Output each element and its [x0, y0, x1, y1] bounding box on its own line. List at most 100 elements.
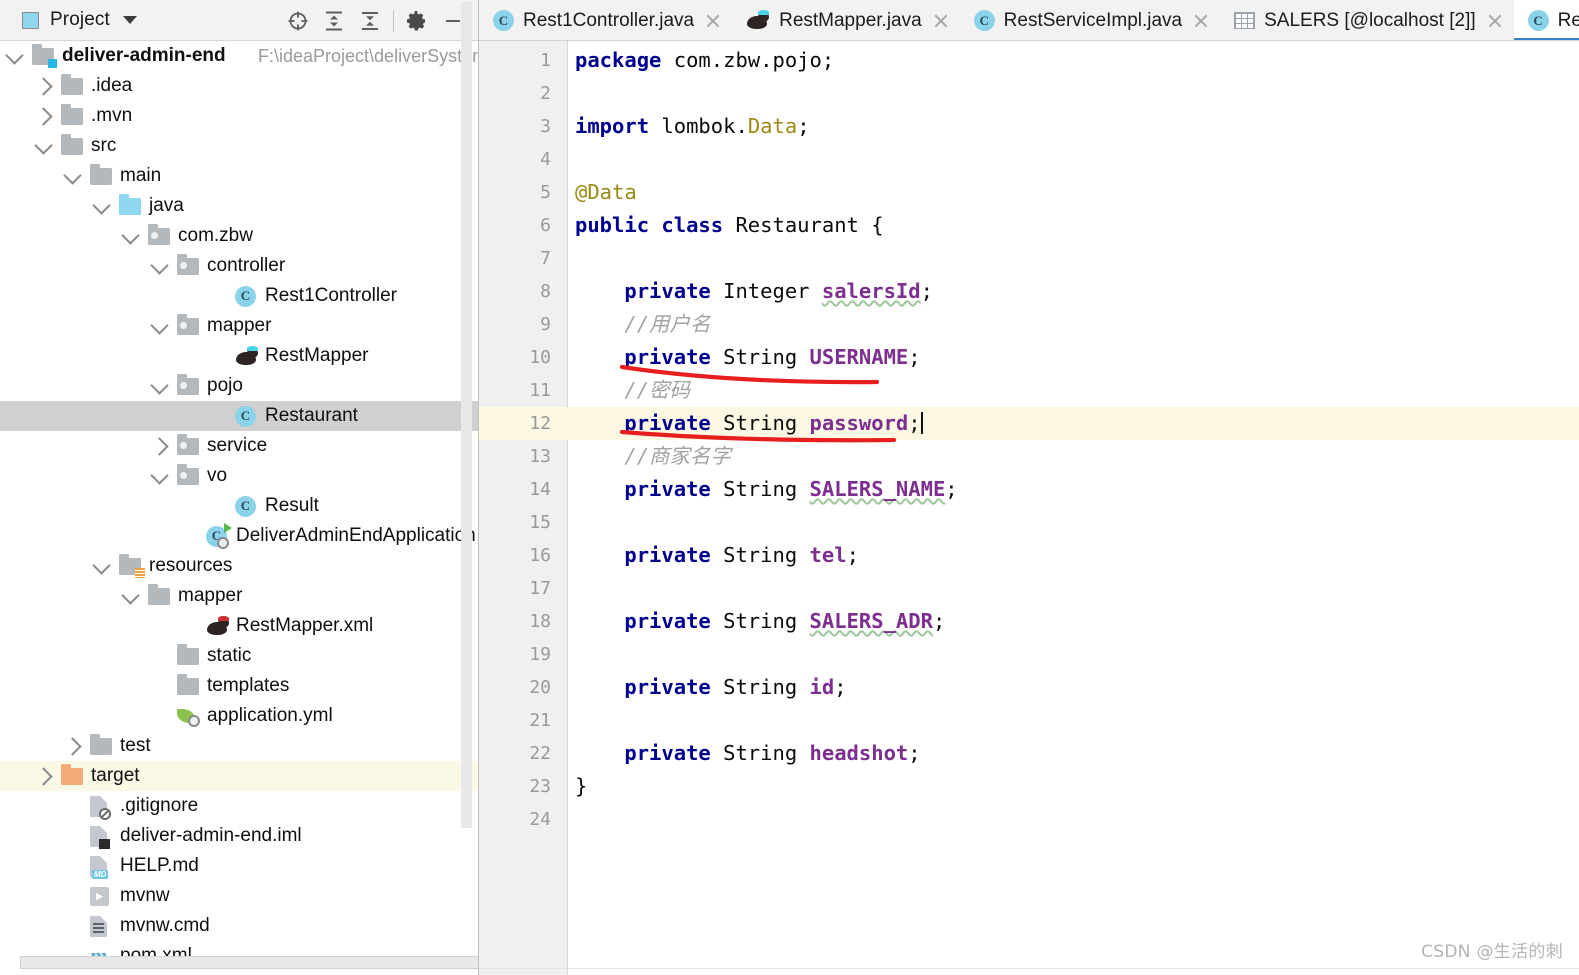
project-tree-horizontal-scrollbar[interactable]	[20, 956, 478, 969]
code-line[interactable]: 24	[479, 803, 1579, 836]
tree-row[interactable]: java	[0, 191, 478, 221]
tree-row[interactable]: .mvn	[0, 101, 478, 131]
tree-row[interactable]: RestMapper	[0, 341, 478, 371]
tree-row[interactable]: resources	[0, 551, 478, 581]
editor-tab[interactable]: SALERS [@localhost [2]]	[1220, 0, 1514, 40]
editor-tab[interactable]: C RestServiceImpl.java	[960, 0, 1220, 40]
tree-row[interactable]: C Result	[0, 491, 478, 521]
chevron-down-icon[interactable]	[34, 136, 53, 155]
tree-row[interactable]: mvnw.cmd	[0, 911, 478, 941]
tree-row[interactable]: controller	[0, 251, 478, 281]
tree-row[interactable]: .gitignore	[0, 791, 478, 821]
code-line[interactable]: 7	[479, 242, 1579, 275]
locate-target-icon[interactable]	[280, 4, 316, 38]
tree-row[interactable]: src	[0, 131, 478, 161]
chevron-down-icon[interactable]	[122, 16, 137, 24]
project-panel-title-group[interactable]: Project	[22, 9, 137, 31]
editor-tab[interactable]: C Restaurant.java	[1513, 0, 1579, 40]
tree-row[interactable]: application.yml	[0, 701, 478, 731]
project-tree[interactable]: deliver-admin-end F:\ideaProject\deliverS…	[0, 41, 478, 975]
tree-row[interactable]: target	[0, 761, 478, 791]
tree-row[interactable]: C Rest1Controller	[0, 281, 478, 311]
chevron-down-icon[interactable]	[150, 256, 169, 275]
chevron-down-icon[interactable]	[150, 466, 169, 485]
toolbar-separator	[393, 9, 394, 32]
chevron-right-icon[interactable]	[34, 77, 53, 96]
code-line[interactable]: 4	[479, 143, 1579, 176]
tree-row[interactable]: deliver-admin-end.iml	[0, 821, 478, 851]
settings-gear-icon[interactable]	[399, 4, 435, 38]
tree-row-root[interactable]: deliver-admin-end F:\ideaProject\deliverS…	[0, 41, 478, 71]
code-line[interactable]: 8 private Integer salersId;	[479, 275, 1579, 308]
code-line[interactable]: 10 private String USERNAME;	[479, 341, 1579, 374]
code-line-text: package com.zbw.pojo;	[575, 48, 835, 72]
tree-row[interactable]: C DeliverAdminEndApplication	[0, 521, 478, 551]
tree-row[interactable]: pojo	[0, 371, 478, 401]
code-line[interactable]: 11 //密码	[479, 374, 1579, 407]
tree-row[interactable]: mapper	[0, 311, 478, 341]
expand-all-icon[interactable]	[316, 4, 352, 38]
tree-row[interactable]: templates	[0, 671, 478, 701]
code-line[interactable]: 12 private String password;	[479, 407, 1579, 440]
tree-row[interactable]: .idea	[0, 71, 478, 101]
tree-row[interactable]: RestMapper.xml	[0, 611, 478, 641]
chevron-right-icon[interactable]	[150, 437, 169, 456]
chevron-down-icon[interactable]	[150, 316, 169, 335]
code-line[interactable]: 23}	[479, 770, 1579, 803]
tree-row[interactable]: ▸ mvnw	[0, 881, 478, 911]
chevron-down-icon[interactable]	[121, 586, 140, 605]
folder-icon	[177, 643, 199, 667]
code-line[interactable]: 13 //商家名字	[479, 440, 1579, 473]
code-line[interactable]: 14 private String SALERS_NAME;	[479, 473, 1579, 506]
tree-row[interactable]: test	[0, 731, 478, 761]
chevron-down-icon[interactable]	[63, 166, 82, 185]
code-line[interactable]: 18 private String SALERS_ADR;	[479, 605, 1579, 638]
code-line[interactable]: 2	[479, 77, 1579, 110]
code-line[interactable]: 6 public class Restaurant {	[479, 209, 1579, 242]
code-line[interactable]: 9 //用户名	[479, 308, 1579, 341]
close-icon[interactable]	[705, 13, 721, 29]
close-icon[interactable]	[1193, 13, 1209, 29]
close-icon[interactable]	[1487, 13, 1503, 29]
collapse-all-icon[interactable]	[352, 4, 388, 38]
line-number: 5	[540, 182, 551, 203]
code-line[interactable]: 5 @Data	[479, 176, 1579, 209]
chevron-down-icon[interactable]	[92, 196, 111, 215]
code-editor[interactable]: 1 package com.zbw.pojo; 2 3 import lombok.Da…	[479, 41, 1579, 975]
code-line[interactable]: 17	[479, 572, 1579, 605]
code-line[interactable]: 21	[479, 704, 1579, 737]
editor-tab[interactable]: RestMapper.java	[732, 0, 960, 40]
code-line[interactable]: 19	[479, 638, 1579, 671]
tree-row-label: pojo	[207, 375, 243, 396]
tree-row[interactable]: main	[0, 161, 478, 191]
code-line[interactable]: 16 private String tel;	[479, 539, 1579, 572]
line-number: 7	[540, 248, 551, 269]
code-line[interactable]: 3 import lombok.Data;	[479, 110, 1579, 143]
code-line[interactable]: 22 private String headshot;	[479, 737, 1579, 770]
tree-row[interactable]: MD HELP.md	[0, 851, 478, 881]
chevron-right-icon[interactable]	[34, 767, 53, 786]
tree-row[interactable]: C Restaurant	[0, 401, 478, 431]
editor-code-area[interactable]: 1 package com.zbw.pojo; 2 3 import lombok.Da…	[479, 41, 1579, 975]
tree-row[interactable]: service	[0, 431, 478, 461]
chevron-down-icon[interactable]	[121, 226, 140, 245]
code-line[interactable]: 1 package com.zbw.pojo;	[479, 44, 1579, 77]
chevron-right-icon[interactable]	[34, 107, 53, 126]
tree-row[interactable]: static	[0, 641, 478, 671]
tree-row[interactable]: com.zbw	[0, 221, 478, 251]
chevron-down-icon[interactable]	[92, 556, 111, 575]
code-line[interactable]: 20 private String id;	[479, 671, 1579, 704]
chevron-down-icon[interactable]	[5, 46, 24, 65]
tree-row-label: .gitignore	[120, 795, 199, 816]
script-file-icon: ▸	[90, 885, 112, 907]
project-tree-vertical-scrollbar[interactable]	[461, 2, 472, 828]
code-line-text: private String SALERS_ADR;	[624, 609, 946, 633]
chevron-right-icon[interactable]	[63, 737, 82, 756]
tree-row-label: resources	[149, 555, 233, 576]
editor-tab[interactable]: C Rest1Controller.java	[479, 0, 732, 40]
chevron-down-icon[interactable]	[150, 376, 169, 395]
code-line[interactable]: 15	[479, 506, 1579, 539]
tree-row[interactable]: mapper	[0, 581, 478, 611]
tree-row[interactable]: vo	[0, 461, 478, 491]
close-icon[interactable]	[933, 13, 949, 29]
